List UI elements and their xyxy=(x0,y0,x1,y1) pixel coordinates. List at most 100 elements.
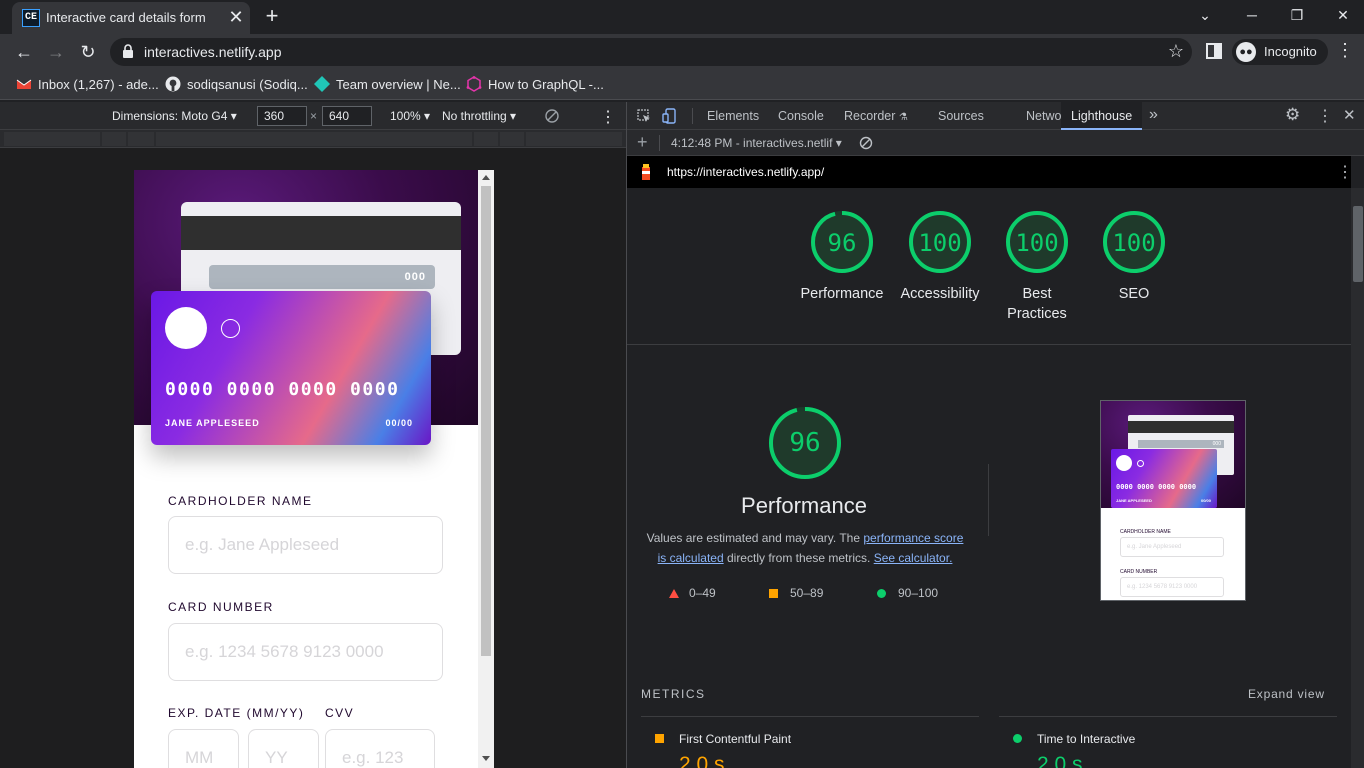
bookmark-item[interactable]: Inbox (1,267) - ade... xyxy=(16,76,159,94)
tab-sources[interactable]: Sources xyxy=(928,102,994,130)
report-selector-label: 4:12:48 PM - interactives.netlif xyxy=(671,136,833,150)
restore-icon[interactable]: ❐ xyxy=(1285,4,1309,26)
ruler-segment[interactable] xyxy=(156,132,472,146)
lighthouse-report-header: https://interactives.netlify.app/ ⋮ xyxy=(627,156,1353,188)
page-scrollbar[interactable] xyxy=(478,170,494,768)
reload-icon[interactable]: ↻ xyxy=(76,40,100,64)
ruler-segment[interactable] xyxy=(102,132,126,146)
report-scrollbar[interactable] xyxy=(1351,188,1364,768)
browser-toolbar: ← → ↻ interactives.netlify.app ☆ ●● Inco… xyxy=(0,34,1364,70)
tab-separator xyxy=(692,108,693,124)
ruler-segment[interactable] xyxy=(128,132,154,146)
card-number-input[interactable]: e.g. 1234 5678 9123 0000 xyxy=(168,623,443,681)
thumb-number-label: CARD NUMBER xyxy=(1120,569,1158,575)
performance-gauge[interactable]: 96 xyxy=(810,210,874,274)
thumb-card-name: JANE APPLESEED xyxy=(1116,498,1152,503)
more-tabs-icon[interactable]: » xyxy=(1149,106,1158,124)
zoom-label: 100% xyxy=(390,109,421,123)
new-tab-button[interactable]: + xyxy=(262,5,282,27)
devtools-menu-icon[interactable]: ⋮ xyxy=(1317,106,1333,126)
browser-menu-icon[interactable]: ⋮ xyxy=(1336,40,1354,64)
legend-range: 90–100 xyxy=(898,586,939,600)
metric-tti-name: Time to Interactive xyxy=(1037,732,1136,746)
legend-pass: 90–100 xyxy=(877,586,938,600)
thumb-logo-big xyxy=(1116,455,1132,471)
forward-icon[interactable]: → xyxy=(44,40,68,64)
exp-date-label: EXP. DATE (MM/YY) xyxy=(168,706,305,720)
tab-favicon-icon: CE xyxy=(22,9,40,27)
tab-elements[interactable]: Elements xyxy=(697,102,769,130)
performance-description: Values are estimated and may vary. The p… xyxy=(641,528,969,568)
side-panel-icon[interactable] xyxy=(1206,43,1222,59)
scroll-down-arrow-icon[interactable] xyxy=(482,756,490,761)
report-menu-icon[interactable]: ⋮ xyxy=(1337,162,1353,182)
bookmark-item[interactable]: sodiqsanusi (Sodiq... xyxy=(165,76,308,94)
ruler-segment[interactable] xyxy=(4,132,100,146)
height-input[interactable]: 640 xyxy=(322,106,372,126)
best-practices-gauge-label: Best Practices xyxy=(1007,286,1067,322)
flask-icon: ⚗ xyxy=(898,112,908,123)
performance-big-score: 96 xyxy=(789,428,821,458)
report-url: https://interactives.netlify.app/ xyxy=(667,165,825,179)
accessibility-gauge[interactable]: 100 xyxy=(908,210,972,274)
lighthouse-report: 96 Performance 100 Accessibility 100 Bes… xyxy=(627,188,1351,768)
throttling-select[interactable]: No throttling ▾ xyxy=(442,109,516,123)
cvc-input[interactable]: e.g. 123 xyxy=(325,729,435,768)
legend-fail: 0–49 xyxy=(669,586,716,600)
exp-year-input[interactable]: YY xyxy=(248,729,319,768)
desc-text: Values are estimated and may vary. The xyxy=(646,531,864,545)
address-bar[interactable]: interactives.netlify.app ☆ xyxy=(110,38,1192,66)
tab-recorder[interactable]: Recorder ⚗ xyxy=(834,102,918,130)
final-screenshot-thumbnail[interactable]: 000 0000 0000 0000 0000 JANE APPLESEED 0… xyxy=(1100,400,1246,601)
rotate-icon[interactable] xyxy=(545,109,559,123)
report-selector[interactable]: 4:12:48 PM - interactives.netlif ▾ xyxy=(671,136,842,150)
minimize-icon[interactable]: ─ xyxy=(1240,4,1264,26)
see-calculator-link[interactable]: See calculator. xyxy=(874,551,953,565)
seo-gauge[interactable]: 100 xyxy=(1102,210,1166,274)
throttling-label: No throttling xyxy=(442,109,507,123)
performance-score: 96 xyxy=(827,229,857,257)
accessibility-score: 100 xyxy=(918,229,962,257)
back-icon[interactable]: ← xyxy=(12,40,36,64)
profile-button[interactable]: ●● Incognito xyxy=(1232,39,1328,65)
metric-tti-value: 2.0 s xyxy=(1037,753,1083,768)
ruler-segment[interactable] xyxy=(526,132,622,146)
ruler-segment[interactable] xyxy=(500,132,524,146)
zoom-select[interactable]: 100% ▾ xyxy=(390,109,430,123)
clear-reports-icon[interactable] xyxy=(859,136,873,150)
lock-icon xyxy=(123,44,133,58)
exp-month-input[interactable]: MM xyxy=(168,729,239,768)
dimensions-select[interactable]: Dimensions: Moto G4 ▾ xyxy=(112,109,237,123)
bookmark-star-icon[interactable]: ☆ xyxy=(1168,41,1184,62)
browser-tab[interactable]: CE Interactive card details form ✕ xyxy=(12,2,250,34)
device-toolbar: Dimensions: Moto G4 ▾ 360 × 640 100% ▾ N… xyxy=(0,102,626,130)
inspect-element-icon[interactable] xyxy=(637,109,651,123)
tab-recorder-label: Recorder xyxy=(844,109,896,123)
tab-search-chevron-icon[interactable]: ⌄ xyxy=(1193,4,1217,26)
window-close-icon[interactable]: ✕ xyxy=(1331,4,1355,26)
new-report-plus-icon[interactable]: + xyxy=(637,132,648,153)
tab-title: Interactive card details form xyxy=(46,10,206,25)
best-practices-gauge[interactable]: 100 xyxy=(1005,210,1069,274)
width-input[interactable]: 360 xyxy=(257,106,307,126)
lighthouse-toolbar: + 4:12:48 PM - interactives.netlif ▾ xyxy=(627,130,1364,156)
tab-console[interactable]: Console xyxy=(768,102,834,130)
expand-view-toggle[interactable]: Expand view xyxy=(1248,687,1325,701)
bookmark-item[interactable]: How to GraphQL -... xyxy=(466,76,604,94)
times-symbol: × xyxy=(310,109,318,123)
gmail-icon xyxy=(16,79,32,89)
report-scrollbar-thumb[interactable] xyxy=(1353,206,1363,282)
metric-separator xyxy=(999,716,1337,717)
url-text: interactives.netlify.app xyxy=(144,44,282,60)
bookmark-item[interactable]: Team overview | Ne... xyxy=(314,76,461,94)
device-toolbar-menu-icon[interactable]: ⋮ xyxy=(600,107,616,127)
devtools-close-icon[interactable]: ✕ xyxy=(1343,106,1356,124)
cardholder-name-input[interactable]: e.g. Jane Appleseed xyxy=(168,516,443,574)
settings-gear-icon[interactable]: ⚙ xyxy=(1285,105,1300,125)
tab-lighthouse[interactable]: Lighthouse xyxy=(1061,102,1143,130)
tab-close-icon[interactable]: ✕ xyxy=(226,7,246,27)
scroll-up-arrow-icon[interactable] xyxy=(482,175,490,180)
device-toolbar-toggle-icon[interactable] xyxy=(662,108,678,124)
ruler-segment[interactable] xyxy=(474,132,498,146)
page-scrollbar-thumb[interactable] xyxy=(481,186,491,656)
